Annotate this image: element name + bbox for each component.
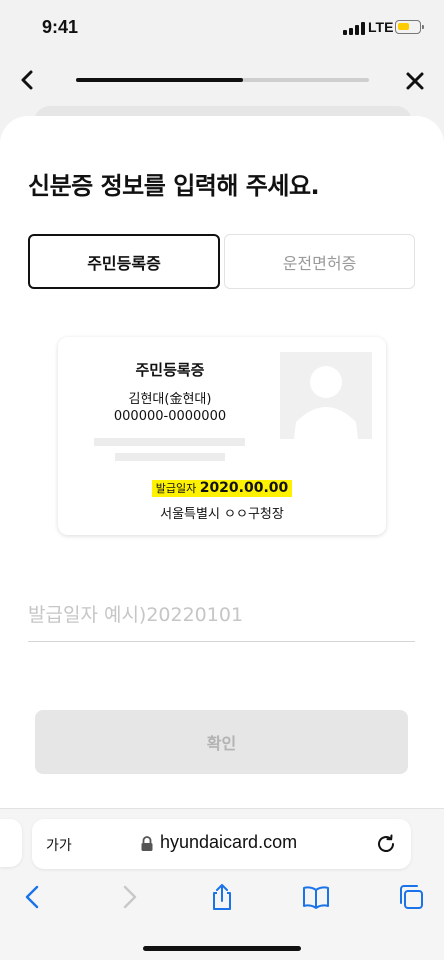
close-icon[interactable] [400, 66, 430, 96]
text-size-button[interactable]: 가가 [46, 835, 72, 855]
photo-placeholder-icon [280, 352, 372, 439]
previous-tab[interactable] [0, 819, 22, 867]
tab-drivers-license[interactable]: 운전면허증 [224, 234, 415, 289]
placeholder-bar [94, 438, 245, 446]
issue-label: 발급일자 [155, 482, 197, 495]
placeholder-bar [115, 453, 225, 461]
signal-icon [343, 22, 365, 35]
issue-date: 2020.00.00 [199, 480, 289, 496]
issue-date-field [28, 590, 415, 642]
browser-forward-icon[interactable] [114, 882, 144, 912]
network-label: LTE [368, 19, 394, 35]
id-card-issue: 발급일자 2020.00.00 [58, 480, 386, 497]
back-icon[interactable] [14, 66, 42, 94]
progress-bar [76, 78, 369, 82]
page-title: 신분증 정보를 입력해 주세요. [28, 172, 320, 200]
share-icon[interactable] [207, 882, 237, 912]
home-indicator [143, 946, 301, 951]
address-bar[interactable]: 가가 hyundaicard.com [32, 819, 411, 869]
id-card-example: 주민등록증 김현대(金현대) 000000-0000000 발급일자 2020.… [58, 337, 386, 535]
battery-icon [395, 20, 424, 34]
browser-back-icon[interactable] [18, 882, 48, 912]
nav-bar [0, 58, 444, 104]
confirm-button[interactable]: 확인 [35, 710, 408, 774]
url-text: hyundaicard.com [160, 832, 298, 852]
tabs-icon[interactable] [396, 882, 426, 912]
id-card-name: 김현대(金현대) [128, 392, 212, 407]
browser-chrome: 가가 hyundaicard.com [0, 808, 444, 960]
progress-fill [76, 78, 243, 82]
reload-icon[interactable] [374, 832, 398, 856]
lock-icon [141, 836, 153, 851]
id-card-issuer: 서울특별시 ㅇㅇ구청장 [160, 507, 284, 522]
issue-date-input[interactable] [28, 600, 415, 630]
id-card-title: 주민등록증 [135, 361, 205, 379]
issue-highlight: 발급일자 2020.00.00 [151, 480, 293, 497]
status-bar: 9:41 LTE [0, 0, 444, 56]
content-sheet: 신분증 정보를 입력해 주세요. 주민등록증 운전면허증 주민등록증 김현대(金… [0, 116, 444, 808]
tab-resident-card[interactable]: 주민등록증 [28, 234, 220, 289]
bookmarks-icon[interactable] [301, 882, 331, 912]
status-time: 9:41 [42, 17, 79, 37]
id-card-number: 000000-0000000 [113, 409, 227, 424]
